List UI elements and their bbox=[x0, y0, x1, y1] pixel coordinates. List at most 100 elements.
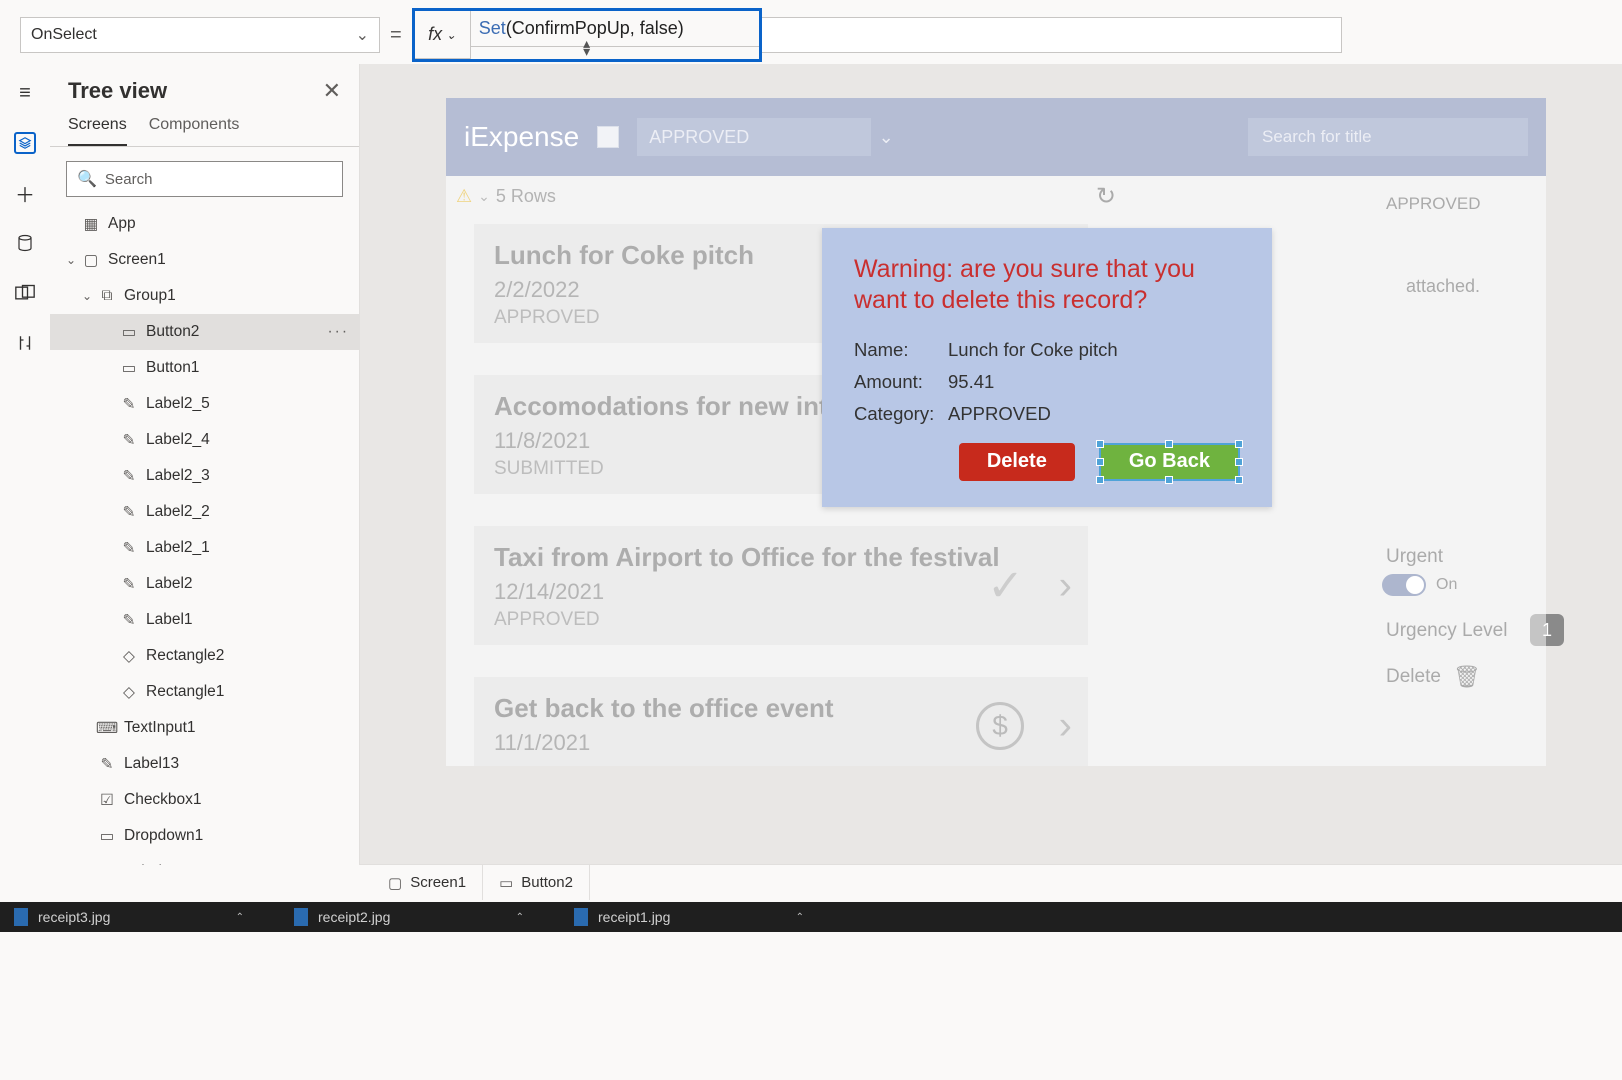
selection-handle[interactable] bbox=[1165, 440, 1173, 448]
app-icon: ▦ bbox=[80, 213, 102, 235]
popup-category-key: Category: bbox=[854, 403, 948, 425]
crumb-button2[interactable]: ▭ Button2 bbox=[483, 865, 590, 900]
tab-components[interactable]: Components bbox=[149, 110, 240, 146]
tree-node-rectangle1[interactable]: ◇Rectangle1 bbox=[50, 674, 359, 710]
tree-node-label2_5[interactable]: ✎ Label2_5 bbox=[50, 386, 359, 422]
resize-handle-icon[interactable]: ▴▾ bbox=[583, 39, 590, 55]
expand-icon[interactable]: ⌄ bbox=[78, 289, 96, 303]
tree-node-group1[interactable]: ⌄ ⧉ Group1 bbox=[50, 278, 359, 314]
tree-node-app[interactable]: ▦ App bbox=[50, 206, 359, 242]
data-icon[interactable] bbox=[14, 232, 36, 254]
dropdown-icon: ▭ bbox=[96, 825, 118, 847]
node-label: Label2 bbox=[146, 575, 193, 593]
tab-screens[interactable]: Screens bbox=[68, 110, 127, 146]
node-label: TextInput1 bbox=[124, 719, 196, 737]
node-label: Label1 bbox=[146, 611, 193, 629]
crumb-label: Screen1 bbox=[410, 874, 466, 891]
label-icon: ✎ bbox=[118, 393, 140, 415]
label-icon: ✎ bbox=[118, 609, 140, 631]
tree-node-label13[interactable]: ✎Label13 bbox=[50, 746, 359, 782]
node-label: Rectangle2 bbox=[146, 647, 224, 665]
tree-node-checkbox1[interactable]: ☑ Checkbox1 bbox=[50, 782, 359, 818]
selection-handle[interactable] bbox=[1235, 458, 1243, 466]
confirm-popup: Warning: are you sure that you want to d… bbox=[822, 228, 1272, 507]
delete-button[interactable]: Delete bbox=[959, 443, 1075, 481]
tree-node-label2[interactable]: ✎ Label2 bbox=[50, 566, 359, 602]
node-label: Checkbox1 bbox=[124, 791, 202, 809]
expand-icon[interactable]: ⌄ bbox=[62, 253, 80, 267]
tree-node-label2_4[interactable]: ✎Label2_4 bbox=[50, 422, 359, 458]
tree-node-rectangle2[interactable]: ◇Rectangle2 bbox=[50, 638, 359, 674]
node-label: Button1 bbox=[146, 359, 199, 377]
formula-fn: Set bbox=[479, 18, 506, 39]
close-icon[interactable]: ✕ bbox=[323, 78, 341, 104]
download-item[interactable]: receipt3.jpg ⌃ bbox=[14, 908, 254, 926]
popup-name-value: Lunch for Coke pitch bbox=[948, 339, 1118, 361]
selection-handle[interactable] bbox=[1096, 440, 1104, 448]
download-filename: receipt3.jpg bbox=[38, 909, 110, 925]
tree-node-label10[interactable]: ✎Label10 bbox=[50, 854, 359, 865]
button-icon: ▭ bbox=[499, 874, 513, 892]
button-icon: ▭ bbox=[118, 357, 140, 379]
formula-bar-highlight: fx ⌄ Set(ConfirmPopUp, false) ▴▾ bbox=[412, 8, 762, 62]
more-icon[interactable]: ··· bbox=[328, 323, 350, 341]
chevron-up-icon[interactable]: ⌃ bbox=[236, 912, 244, 923]
breadcrumb-bar: ▢ Screen1 ▭ Button2 bbox=[360, 864, 1622, 900]
label-icon: ✎ bbox=[96, 753, 118, 775]
property-selector[interactable]: OnSelect ⌄ bbox=[20, 17, 380, 53]
tree-node-dropdown1[interactable]: ▭Dropdown1 bbox=[50, 818, 359, 854]
selection-handle[interactable] bbox=[1235, 440, 1243, 448]
node-label: Label2_3 bbox=[146, 467, 210, 485]
crumb-screen1[interactable]: ▢ Screen1 bbox=[372, 865, 483, 900]
node-label: Button2 bbox=[146, 323, 199, 341]
selection-handle[interactable] bbox=[1096, 476, 1104, 484]
screen-icon: ▢ bbox=[80, 249, 102, 271]
formula-input[interactable]: Set(ConfirmPopUp, false) bbox=[471, 11, 759, 47]
popup-warning-text: Warning: are you sure that you want to d… bbox=[854, 254, 1240, 317]
rectangle-icon: ◇ bbox=[118, 681, 140, 703]
selection-handle[interactable] bbox=[1096, 458, 1104, 466]
selection-handle[interactable] bbox=[1165, 476, 1173, 484]
download-filename: receipt1.jpg bbox=[598, 909, 670, 925]
tree-node-button1[interactable]: ▭ Button1 bbox=[50, 350, 359, 386]
tree-node-screen1[interactable]: ⌄ ▢ Screen1 bbox=[50, 242, 359, 278]
download-item[interactable]: receipt2.jpg⌃ bbox=[294, 908, 534, 926]
crumb-label: Button2 bbox=[521, 874, 573, 891]
textinput-icon: ⌨ bbox=[96, 717, 118, 739]
formula-bar-extension[interactable] bbox=[762, 17, 1342, 53]
label-icon: ✎ bbox=[118, 465, 140, 487]
label-icon: ✎ bbox=[118, 573, 140, 595]
search-icon: 🔍 bbox=[77, 169, 97, 189]
media-icon[interactable] bbox=[14, 282, 36, 304]
selection-handle[interactable] bbox=[1235, 476, 1243, 484]
tools-icon[interactable] bbox=[14, 332, 36, 354]
download-bar: receipt3.jpg ⌃ receipt2.jpg⌃ receipt1.jpg… bbox=[0, 902, 1622, 932]
checkbox-icon: ☑ bbox=[96, 789, 118, 811]
node-label: Label2_5 bbox=[146, 395, 210, 413]
tree-node-label2_3[interactable]: ✎ Label2_3 bbox=[50, 458, 359, 494]
add-icon[interactable]: ＋ bbox=[14, 182, 36, 204]
go-back-button[interactable]: Go Back bbox=[1099, 443, 1240, 481]
tree-search-input[interactable]: 🔍 Search bbox=[66, 161, 343, 197]
label-icon: ✎ bbox=[118, 429, 140, 451]
tree-node-label1[interactable]: ✎ Label1 bbox=[50, 602, 359, 638]
tree-node-label2_2[interactable]: ✎Label2_2 bbox=[50, 494, 359, 530]
hamburger-icon[interactable]: ≡ bbox=[14, 82, 36, 104]
chevron-up-icon[interactable]: ⌃ bbox=[516, 912, 524, 923]
tree-view-panel: Tree view ✕ Screens Components 🔍 Search … bbox=[50, 64, 360, 865]
chevron-up-icon[interactable]: ⌃ bbox=[796, 912, 804, 923]
fx-button[interactable]: fx ⌄ bbox=[415, 11, 471, 59]
property-name: OnSelect bbox=[31, 26, 97, 44]
tree-view-icon[interactable] bbox=[14, 132, 36, 154]
tree-node-textinput1[interactable]: ⌨ TextInput1 bbox=[50, 710, 359, 746]
canvas-area: iExpense APPROVED ⌄ Search for title ⚠ ⌄… bbox=[360, 64, 1622, 865]
formula-args: (ConfirmPopUp, false) bbox=[506, 18, 684, 39]
download-item[interactable]: receipt1.jpg ⌃ bbox=[574, 908, 814, 926]
tree-title: Tree view bbox=[68, 78, 167, 104]
node-label: Group1 bbox=[124, 287, 176, 305]
tree-node-button2[interactable]: ▭ Button2 ··· bbox=[50, 314, 359, 350]
tree-node-label2_1[interactable]: ✎Label2_1 bbox=[50, 530, 359, 566]
fx-label: fx bbox=[428, 24, 442, 45]
label-icon: ✎ bbox=[118, 501, 140, 523]
app-canvas[interactable]: iExpense APPROVED ⌄ Search for title ⚠ ⌄… bbox=[446, 98, 1546, 766]
